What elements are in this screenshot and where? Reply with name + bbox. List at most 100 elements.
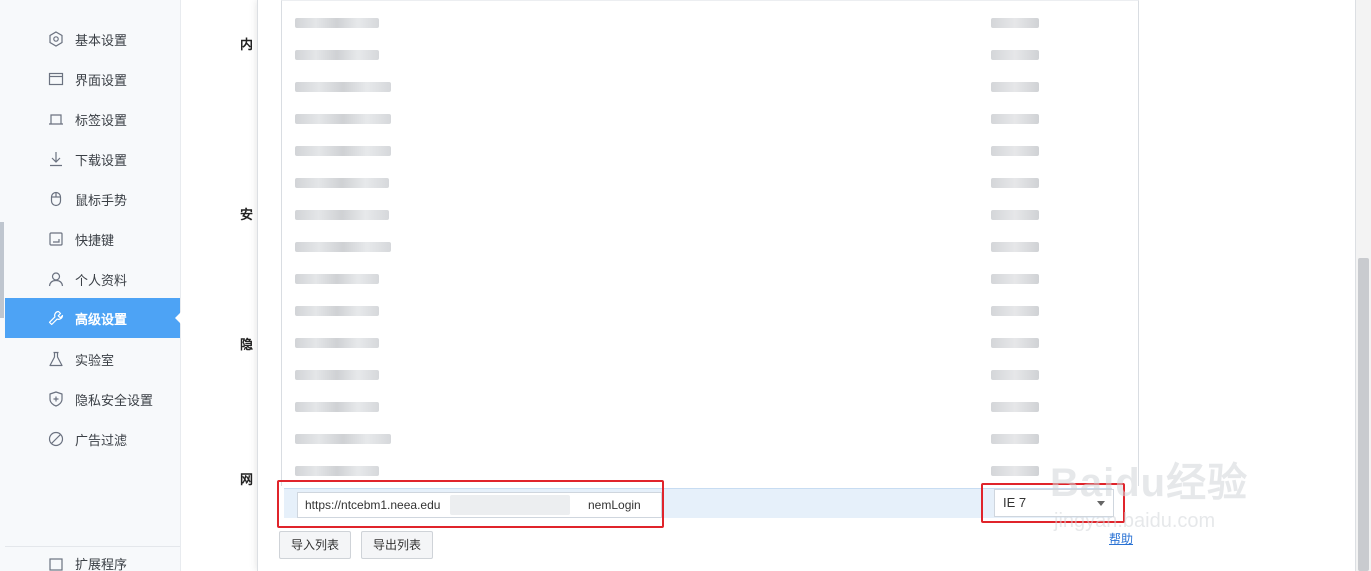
redacted-mode — [991, 274, 1039, 284]
section-label-web: 网 — [240, 473, 254, 488]
sidebar-item-label: 标签设置 — [75, 113, 128, 129]
redacted-mode — [991, 114, 1039, 124]
redacted-url — [295, 370, 379, 380]
ie-mode-select[interactable]: IE 7 — [994, 489, 1114, 517]
download-icon — [47, 150, 65, 168]
mouse-icon — [47, 190, 65, 208]
site-url-value-suffix: nemLogin — [588, 498, 641, 512]
list-row[interactable] — [282, 199, 1138, 231]
list-row[interactable] — [282, 391, 1138, 423]
sidebar-item-ad-filter[interactable]: 广告过滤 — [5, 419, 180, 459]
puzzle-icon — [47, 554, 65, 571]
sidebar-item-label: 基本设置 — [75, 33, 128, 49]
section-label-content: 内 — [240, 38, 254, 53]
list-row[interactable] — [282, 7, 1138, 39]
redacted-url — [295, 274, 379, 284]
flask-icon — [47, 350, 65, 368]
redacted-mode — [991, 210, 1039, 220]
redacted-mode — [991, 82, 1039, 92]
redacted-url — [295, 306, 379, 316]
redacted-mode — [991, 370, 1039, 380]
list-row[interactable] — [282, 135, 1138, 167]
sidebar-item-download[interactable]: 下载设置 — [5, 139, 180, 179]
sidebar-item-shortcuts[interactable]: 快捷键 — [5, 219, 180, 259]
sidebar-item-label: 界面设置 — [75, 73, 128, 89]
settings-sidebar: 基本设置 界面设置 标签设置 下载设置 鼠标手势 快捷键 个人资料 高级设置 实… — [0, 0, 181, 571]
ie-mode-value: IE 7 — [1003, 495, 1027, 510]
export-list-button[interactable]: 导出列表 — [361, 531, 434, 559]
sidebar-item-mouse-gesture[interactable]: 鼠标手势 — [5, 179, 180, 219]
sidebar-item-advanced[interactable]: 高级设置 — [5, 298, 181, 338]
redacted-url — [295, 338, 379, 348]
keyboard-icon — [47, 230, 65, 248]
compat-mode-dialog: https://ntcebm1.neea.edu nemLogin IE 7 导… — [257, 0, 1356, 571]
list-row[interactable] — [282, 263, 1138, 295]
redacted-mode — [991, 50, 1039, 60]
redacted-url — [295, 402, 379, 412]
redacted-mode — [991, 466, 1039, 476]
sidebar-item-label: 快捷键 — [75, 233, 115, 249]
help-link[interactable]: 帮助 — [1109, 530, 1133, 547]
site-url-value: https://ntcebm1.neea.edu — [305, 498, 441, 512]
redacted-mode — [991, 338, 1039, 348]
sidebar-item-label: 广告过滤 — [75, 433, 128, 449]
import-list-button[interactable]: 导入列表 — [279, 531, 352, 559]
section-label-security: 安 — [240, 208, 254, 223]
sidebar-item-privacy[interactable]: 隐私安全设置 — [5, 379, 180, 419]
compat-site-list[interactable] — [281, 0, 1139, 486]
redacted-mode — [991, 146, 1039, 156]
sidebar-item-profile[interactable]: 个人资料 — [5, 259, 180, 299]
sidebar-item-label: 实验室 — [75, 353, 115, 369]
sidebar-divider — [5, 546, 180, 547]
sidebar-item-label: 扩展程序 — [75, 557, 128, 571]
shield-icon — [47, 390, 65, 408]
list-row[interactable] — [282, 231, 1138, 263]
url-redaction-mask — [450, 495, 570, 515]
sidebar-item-tabs[interactable]: 标签设置 — [5, 99, 180, 139]
sidebar-item-lab[interactable]: 实验室 — [5, 339, 180, 379]
redacted-url — [295, 50, 379, 60]
redacted-url — [295, 82, 391, 92]
list-row[interactable] — [282, 423, 1138, 455]
sidebar-item-extensions[interactable]: 扩展程序 — [5, 548, 180, 571]
hexagon-settings-icon — [47, 30, 65, 48]
list-row[interactable] — [282, 295, 1138, 327]
sidebar-item-label: 鼠标手势 — [75, 193, 128, 209]
sidebar-item-label: 个人资料 — [75, 273, 128, 289]
list-row[interactable] — [282, 327, 1138, 359]
redacted-mode — [991, 434, 1039, 444]
redacted-mode — [991, 402, 1039, 412]
list-row[interactable] — [282, 359, 1138, 391]
list-row[interactable] — [282, 71, 1138, 103]
browser-settings-window: 基本设置 界面设置 标签设置 下载设置 鼠标手势 快捷键 个人资料 高级设置 实… — [0, 0, 1371, 571]
user-icon — [47, 270, 65, 288]
wrench-icon — [47, 309, 65, 327]
chevron-down-icon — [1097, 501, 1105, 506]
scrollbar-thumb[interactable] — [1358, 258, 1369, 571]
redacted-url — [295, 146, 391, 156]
redacted-mode — [991, 306, 1039, 316]
tab-icon — [47, 110, 65, 128]
redacted-mode — [991, 178, 1039, 188]
sidebar-item-basic[interactable]: 基本设置 — [5, 19, 180, 59]
page-scrollbar[interactable] — [1356, 0, 1371, 571]
redacted-mode — [991, 18, 1039, 28]
list-row[interactable] — [282, 103, 1138, 135]
redacted-mode — [991, 242, 1039, 252]
redacted-url — [295, 18, 379, 28]
list-edit-row: https://ntcebm1.neea.edu nemLogin — [284, 488, 1112, 518]
list-row[interactable] — [282, 455, 1138, 486]
list-row[interactable] — [282, 39, 1138, 71]
redacted-url — [295, 178, 389, 188]
sidebar-item-label: 下载设置 — [75, 153, 128, 169]
sidebar-item-interface[interactable]: 界面设置 — [5, 59, 180, 99]
redacted-url — [295, 466, 379, 476]
window-edge-accent — [0, 222, 4, 318]
block-icon — [47, 430, 65, 448]
list-row[interactable] — [282, 167, 1138, 199]
redacted-url — [295, 242, 391, 252]
redacted-url — [295, 434, 391, 444]
sidebar-item-label: 高级设置 — [75, 312, 128, 328]
redacted-url — [295, 114, 391, 124]
window-icon — [47, 70, 65, 88]
